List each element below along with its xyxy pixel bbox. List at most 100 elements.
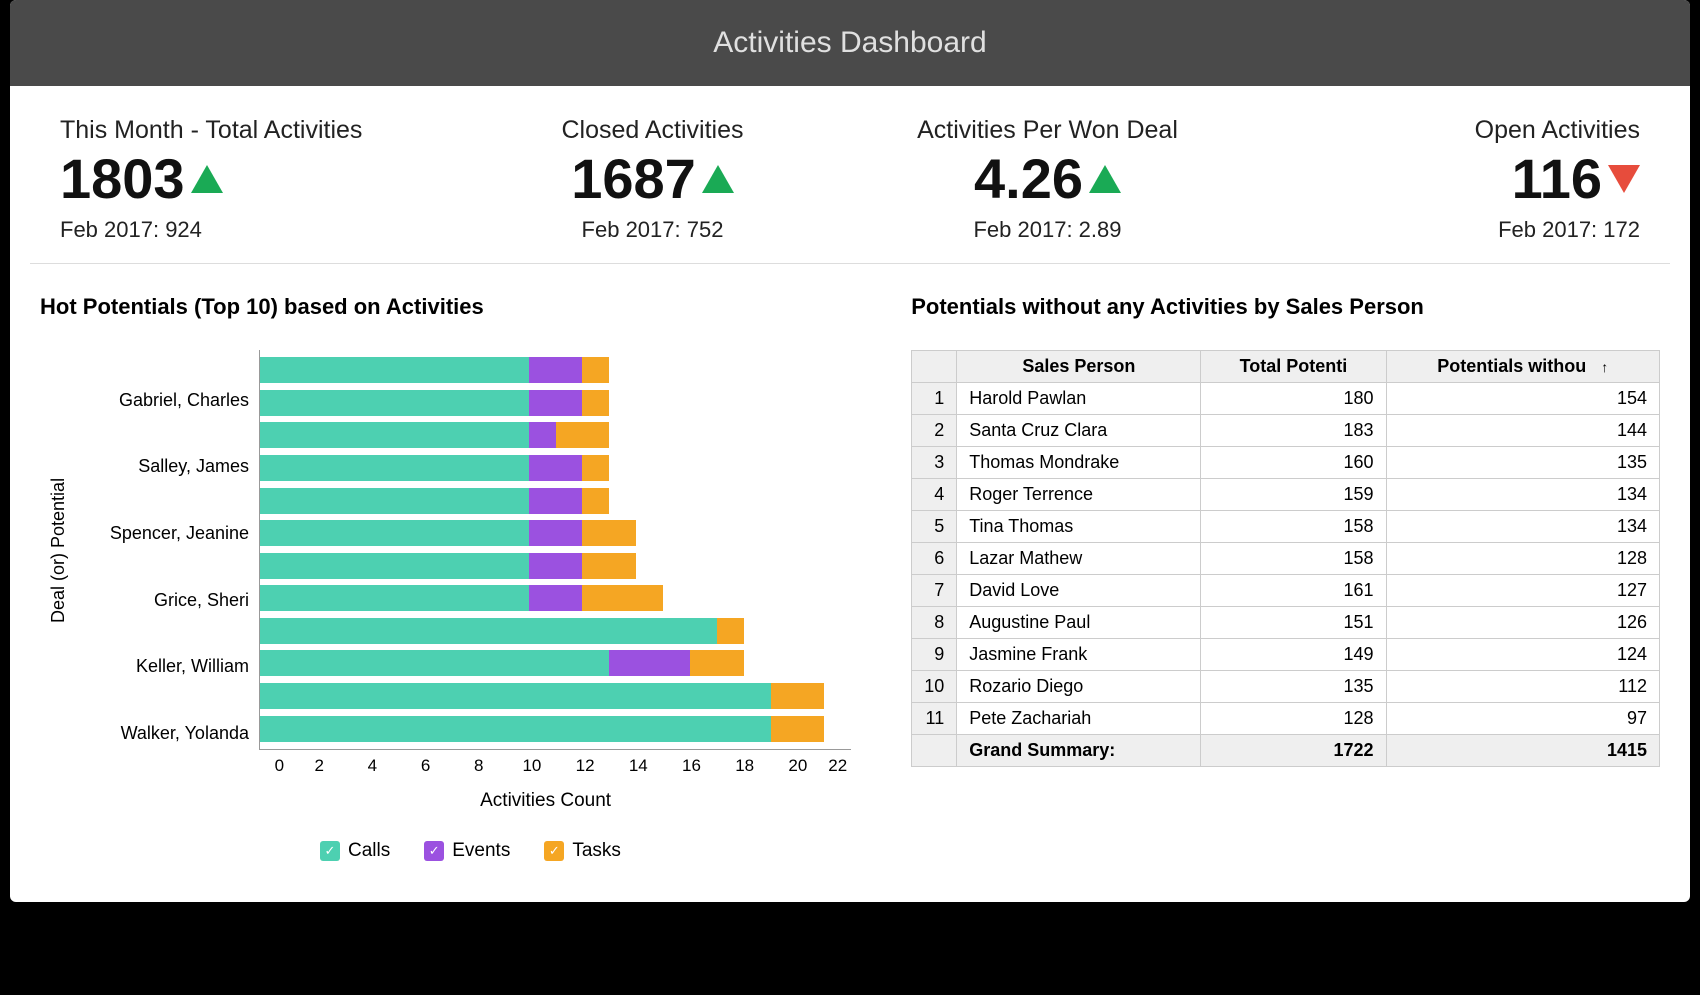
y-tick-label: Keller, William	[69, 649, 249, 683]
table-header-total[interactable]: Total Potenti	[1201, 351, 1386, 383]
x-tick-label: 20	[771, 756, 824, 776]
bar-segment-events[interactable]	[529, 585, 583, 611]
bar-segment-events[interactable]	[529, 357, 583, 383]
table-row[interactable]: 3Thomas Mondrake160135	[912, 447, 1660, 479]
table-row[interactable]: 4Roger Terrence159134	[912, 479, 1660, 511]
cell-total: 183	[1201, 415, 1386, 447]
table-header-without[interactable]: Potentials withou ↑	[1386, 351, 1659, 383]
bar-row[interactable]	[260, 488, 851, 514]
bar-segment-events[interactable]	[529, 422, 556, 448]
bar-segment-tasks[interactable]	[582, 553, 636, 579]
kpi-value: 1687	[571, 151, 696, 207]
bar-row[interactable]	[260, 455, 851, 481]
bar-segment-events[interactable]	[529, 390, 583, 416]
cell-total: 160	[1201, 447, 1386, 479]
table-row[interactable]: 2Santa Cruz Clara183144	[912, 415, 1660, 447]
trend-up-icon	[191, 165, 223, 193]
bar-row[interactable]	[260, 422, 851, 448]
kpi-label: Closed Activities	[455, 116, 850, 145]
bar-segment-calls[interactable]	[260, 390, 529, 416]
bar-segment-events[interactable]	[529, 455, 583, 481]
bar-segment-events[interactable]	[609, 650, 690, 676]
table-header-index[interactable]	[912, 351, 957, 383]
bar-segment-calls[interactable]	[260, 357, 529, 383]
bar-row[interactable]	[260, 618, 851, 644]
check-icon: ✓	[320, 841, 340, 861]
bar-segment-calls[interactable]	[260, 683, 771, 709]
bar-segment-events[interactable]	[529, 553, 583, 579]
table-row[interactable]: 10Rozario Diego135112	[912, 671, 1660, 703]
bar-segment-tasks[interactable]	[582, 585, 663, 611]
bar-segment-events[interactable]	[529, 520, 583, 546]
bar-row[interactable]	[260, 520, 851, 546]
bar-row[interactable]	[260, 357, 851, 383]
cell-without: 135	[1386, 447, 1659, 479]
bar-segment-tasks[interactable]	[717, 618, 744, 644]
legend-events[interactable]: ✓ Events	[424, 840, 510, 862]
chart-area[interactable]: Deal (or) Potential Gabriel, CharlesSall…	[40, 350, 851, 750]
cell-total: 135	[1201, 671, 1386, 703]
table-row[interactable]: 6Lazar Mathew158128	[912, 543, 1660, 575]
bar-segment-calls[interactable]	[260, 488, 529, 514]
bar-row[interactable]	[260, 390, 851, 416]
kpi-label: Open Activities	[1245, 116, 1640, 145]
bar-segment-tasks[interactable]	[690, 650, 744, 676]
bar-segment-tasks[interactable]	[582, 488, 609, 514]
chart-plot[interactable]	[259, 350, 851, 750]
bar-segment-calls[interactable]	[260, 618, 717, 644]
cell-without: 134	[1386, 479, 1659, 511]
bar-row[interactable]	[260, 585, 851, 611]
bar-row[interactable]	[260, 683, 851, 709]
table-row[interactable]: 5Tina Thomas158134	[912, 511, 1660, 543]
table-row[interactable]: 9Jasmine Frank149124	[912, 639, 1660, 671]
table-row[interactable]: 8Augustine Paul151126	[912, 607, 1660, 639]
x-tick-label: 18	[718, 756, 771, 776]
bar-segment-tasks[interactable]	[582, 390, 609, 416]
bar-segment-tasks[interactable]	[582, 357, 609, 383]
row-index: 4	[912, 479, 957, 511]
table-row[interactable]: 11Pete Zachariah12897	[912, 703, 1660, 735]
kpi-open-activities: Open Activities 116 Feb 2017: 172	[1245, 116, 1640, 243]
y-tick-label: Salley, James	[69, 449, 249, 483]
row-index: 11	[912, 703, 957, 735]
bar-row[interactable]	[260, 650, 851, 676]
table-row[interactable]: 7David Love161127	[912, 575, 1660, 607]
bar-segment-calls[interactable]	[260, 553, 529, 579]
bar-segment-calls[interactable]	[260, 585, 529, 611]
cell-without: 134	[1386, 511, 1659, 543]
legend-calls[interactable]: ✓ Calls	[320, 840, 390, 862]
bar-segment-tasks[interactable]	[582, 520, 636, 546]
kpi-value: 116	[1512, 151, 1602, 207]
row-index: 2	[912, 415, 957, 447]
bar-segment-events[interactable]	[529, 488, 583, 514]
bar-segment-calls[interactable]	[260, 520, 529, 546]
cell-without: 128	[1386, 543, 1659, 575]
kpi-value: 4.26	[974, 151, 1083, 207]
bar-row[interactable]	[260, 716, 851, 742]
x-tick-label: 0	[266, 756, 293, 776]
cell-total: 161	[1201, 575, 1386, 607]
bar-segment-calls[interactable]	[260, 716, 771, 742]
kpi-activities-per-won: Activities Per Won Deal 4.26 Feb 2017: 2…	[850, 116, 1245, 243]
bar-segment-tasks[interactable]	[771, 716, 825, 742]
bar-segment-calls[interactable]	[260, 650, 609, 676]
bar-segment-calls[interactable]	[260, 455, 529, 481]
kpi-row: This Month - Total Activities 1803 Feb 2…	[30, 86, 1670, 264]
potentials-table[interactable]: Sales Person Total Potenti Potentials wi…	[911, 350, 1660, 767]
bar-segment-calls[interactable]	[260, 422, 529, 448]
cell-total: 180	[1201, 383, 1386, 415]
row-index: 3	[912, 447, 957, 479]
y-tick-label	[69, 683, 249, 716]
bar-row[interactable]	[260, 553, 851, 579]
bar-segment-tasks[interactable]	[582, 455, 609, 481]
table-header-salesperson[interactable]: Sales Person	[957, 351, 1201, 383]
bar-segment-tasks[interactable]	[556, 422, 610, 448]
bar-segment-tasks[interactable]	[771, 683, 825, 709]
kpi-value: 1803	[60, 151, 185, 207]
row-index: 6	[912, 543, 957, 575]
cell-salesperson: Augustine Paul	[957, 607, 1201, 639]
x-tick-label: 10	[505, 756, 558, 776]
legend-tasks[interactable]: ✓ Tasks	[544, 840, 621, 862]
x-axis-ticks: 0246810121416182022	[266, 750, 851, 776]
table-row[interactable]: 1Harold Pawlan180154	[912, 383, 1660, 415]
